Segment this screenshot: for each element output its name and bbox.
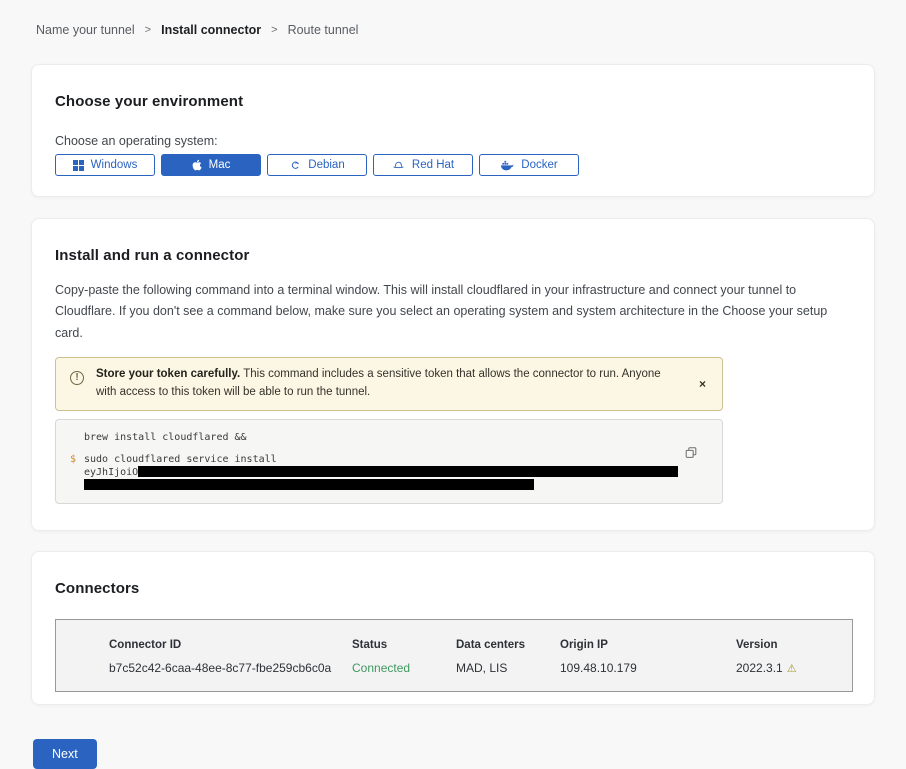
header-version: Version [736, 639, 852, 651]
warning-triangle-icon: ⚠ [787, 662, 797, 675]
cell-version: 2022.3.1 ⚠ [736, 661, 852, 675]
os-button-label: Red Hat [412, 159, 454, 171]
header-origin-ip: Origin IP [560, 639, 736, 651]
connectors-table: Connector ID Status Data centers Origin … [55, 619, 853, 692]
alert-circle-icon: ! [70, 371, 84, 385]
warning-text: Store your token carefully. This command… [96, 366, 672, 402]
os-button-label: Debian [308, 159, 344, 171]
code-line-brew: brew install cloudflared && [56, 432, 722, 444]
table-row: b7c52c42-6caa-48ee-8c77-fbe259cb6c0a Con… [109, 661, 852, 675]
tunnel-setup-page: Name your tunnel > Install connector > R… [0, 0, 906, 769]
token-warning-banner: ! Store your token carefully. This comma… [55, 357, 723, 412]
header-status: Status [352, 639, 456, 651]
next-button[interactable]: Next [33, 739, 97, 769]
breadcrumb: Name your tunnel > Install connector > R… [0, 0, 906, 37]
shell-prompt: $ [70, 454, 76, 466]
copy-icon[interactable] [684, 446, 698, 463]
redhat-logo-icon [392, 159, 405, 171]
code-line-service-install: $ sudo cloudflared service install [56, 454, 722, 466]
warning-title: Store your token carefully. [96, 368, 240, 380]
windows-logo-icon [73, 160, 84, 171]
install-connector-card: Install and run a connector Copy-paste t… [31, 218, 875, 531]
os-button-redhat[interactable]: Red Hat [373, 154, 473, 176]
environment-card-title: Choose your environment [55, 93, 851, 110]
cell-data-centers: MAD, LIS [456, 661, 560, 675]
breadcrumb-separator: > [145, 24, 151, 36]
version-value: 2022.3.1 [736, 661, 783, 675]
breadcrumb-name-your-tunnel[interactable]: Name your tunnel [36, 23, 135, 37]
install-description: Copy-paste the following command into a … [55, 280, 851, 344]
breadcrumb-separator: > [271, 24, 277, 36]
os-button-debian[interactable]: Debian [267, 154, 367, 176]
header-data-centers: Data centers [456, 639, 560, 651]
redacted-token-bar [84, 479, 534, 490]
choose-environment-card: Choose your environment Choose an operat… [31, 64, 875, 197]
table-header-row: Connector ID Status Data centers Origin … [109, 639, 852, 651]
apple-logo-icon [192, 159, 202, 171]
docker-logo-icon [500, 159, 514, 171]
breadcrumb-install-connector[interactable]: Install connector [161, 23, 261, 37]
breadcrumb-route-tunnel[interactable]: Route tunnel [288, 23, 359, 37]
close-icon[interactable]: × [695, 373, 710, 395]
os-button-label: Docker [521, 159, 557, 171]
status-badge: Connected [352, 661, 456, 675]
os-button-docker[interactable]: Docker [479, 154, 579, 176]
os-button-windows[interactable]: Windows [55, 154, 155, 176]
connectors-card-title: Connectors [55, 580, 851, 597]
header-connector-id: Connector ID [109, 639, 352, 651]
token-prefix: eyJhIjoiO [84, 467, 138, 478]
os-button-label: Windows [91, 159, 138, 171]
code-line-token: eyJhIjoiO [56, 466, 722, 479]
os-select-label: Choose an operating system: [55, 134, 851, 148]
code-command: sudo cloudflared service install [84, 454, 277, 465]
connectors-card: Connectors Connector ID Status Data cent… [31, 551, 875, 705]
cell-connector-id: b7c52c42-6caa-48ee-8c77-fbe259cb6c0a [109, 661, 352, 675]
install-command-block: brew install cloudflared && $ sudo cloudf… [55, 419, 723, 504]
os-button-group: Windows Mac Debian Red Hat [55, 154, 851, 176]
os-button-label: Mac [209, 159, 231, 171]
os-button-mac[interactable]: Mac [161, 154, 261, 176]
install-card-title: Install and run a connector [55, 247, 851, 264]
redacted-token-bar [138, 466, 678, 477]
cell-origin-ip: 109.48.10.179 [560, 661, 736, 675]
debian-logo-icon [289, 159, 301, 171]
